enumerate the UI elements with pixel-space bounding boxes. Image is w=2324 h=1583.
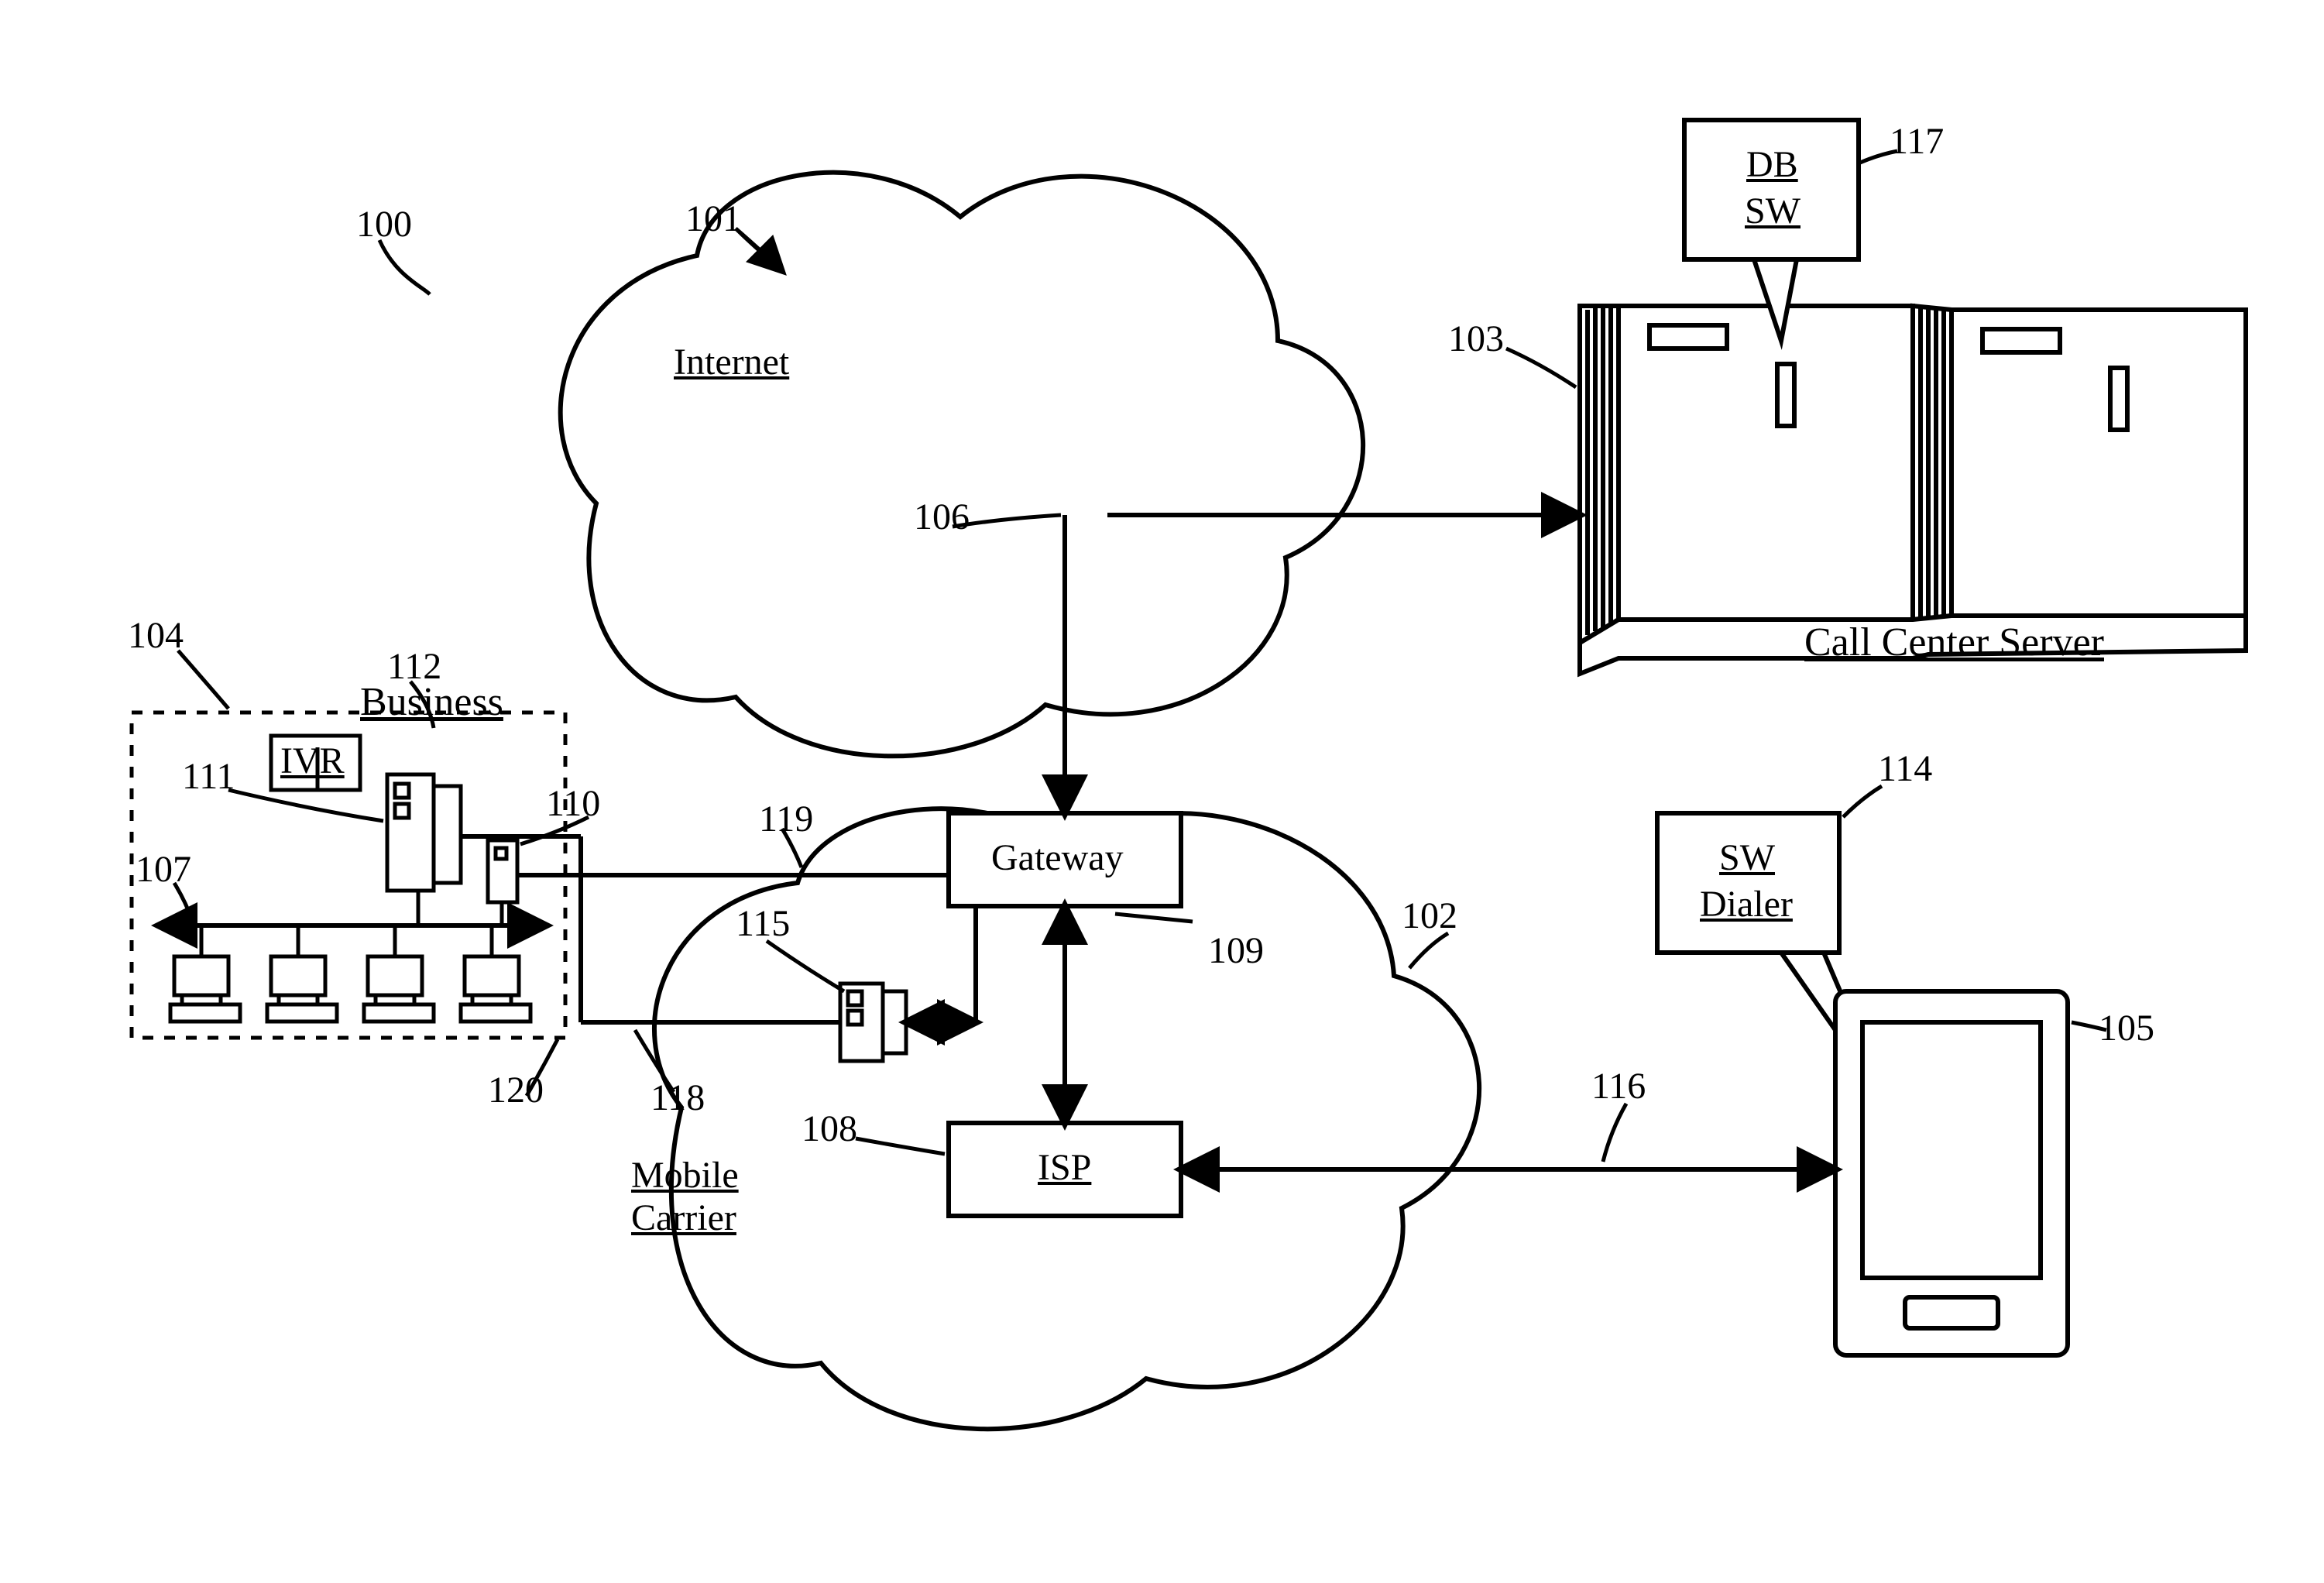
ref-115: 115 [736, 902, 790, 945]
pbx-icon [387, 774, 461, 891]
ref-100: 100 [356, 203, 412, 246]
router-icon [488, 840, 517, 902]
ref-101: 101 [685, 197, 741, 240]
server-racks-icon [1580, 306, 2246, 674]
call-center-label: Call Center Server [1804, 620, 2104, 666]
ref-103: 103 [1448, 318, 1504, 360]
ivr-label: IVR [280, 740, 345, 782]
dbsw-l2: SW [1745, 190, 1800, 232]
ref-106: 106 [914, 496, 970, 538]
gateway-label: Gateway [991, 836, 1124, 879]
ref-107: 107 [136, 848, 191, 891]
ref-102: 102 [1402, 895, 1457, 937]
mobile-device-icon [1835, 991, 2068, 1355]
ref-111: 111 [182, 755, 235, 798]
ref-105: 105 [2099, 1007, 2154, 1049]
swdialer-l1: SW [1719, 836, 1775, 879]
internet-cloud [561, 173, 1363, 757]
mobile-carrier-l2: Carrier [631, 1197, 736, 1239]
mobile-carrier-l1: Mobile [631, 1154, 739, 1197]
ref-108: 108 [802, 1107, 857, 1150]
business-label: Business [360, 679, 503, 726]
ref-118: 118 [651, 1077, 705, 1119]
isp-label: ISP [1038, 1146, 1091, 1189]
ref-104: 104 [128, 614, 184, 657]
switch-icon [840, 984, 906, 1061]
ref-110: 110 [546, 782, 600, 825]
internet-label: Internet [674, 341, 789, 383]
ref-120: 120 [488, 1069, 544, 1111]
ref-109: 109 [1208, 929, 1264, 972]
ref-117: 117 [1890, 120, 1944, 163]
ref-116: 116 [1591, 1065, 1646, 1107]
dbsw-l1: DB [1746, 143, 1798, 186]
ref-119: 119 [759, 798, 813, 840]
swdialer-l2: Dialer [1700, 883, 1793, 925]
ref-114: 114 [1878, 747, 1932, 790]
diagram-canvas [0, 0, 2324, 1583]
